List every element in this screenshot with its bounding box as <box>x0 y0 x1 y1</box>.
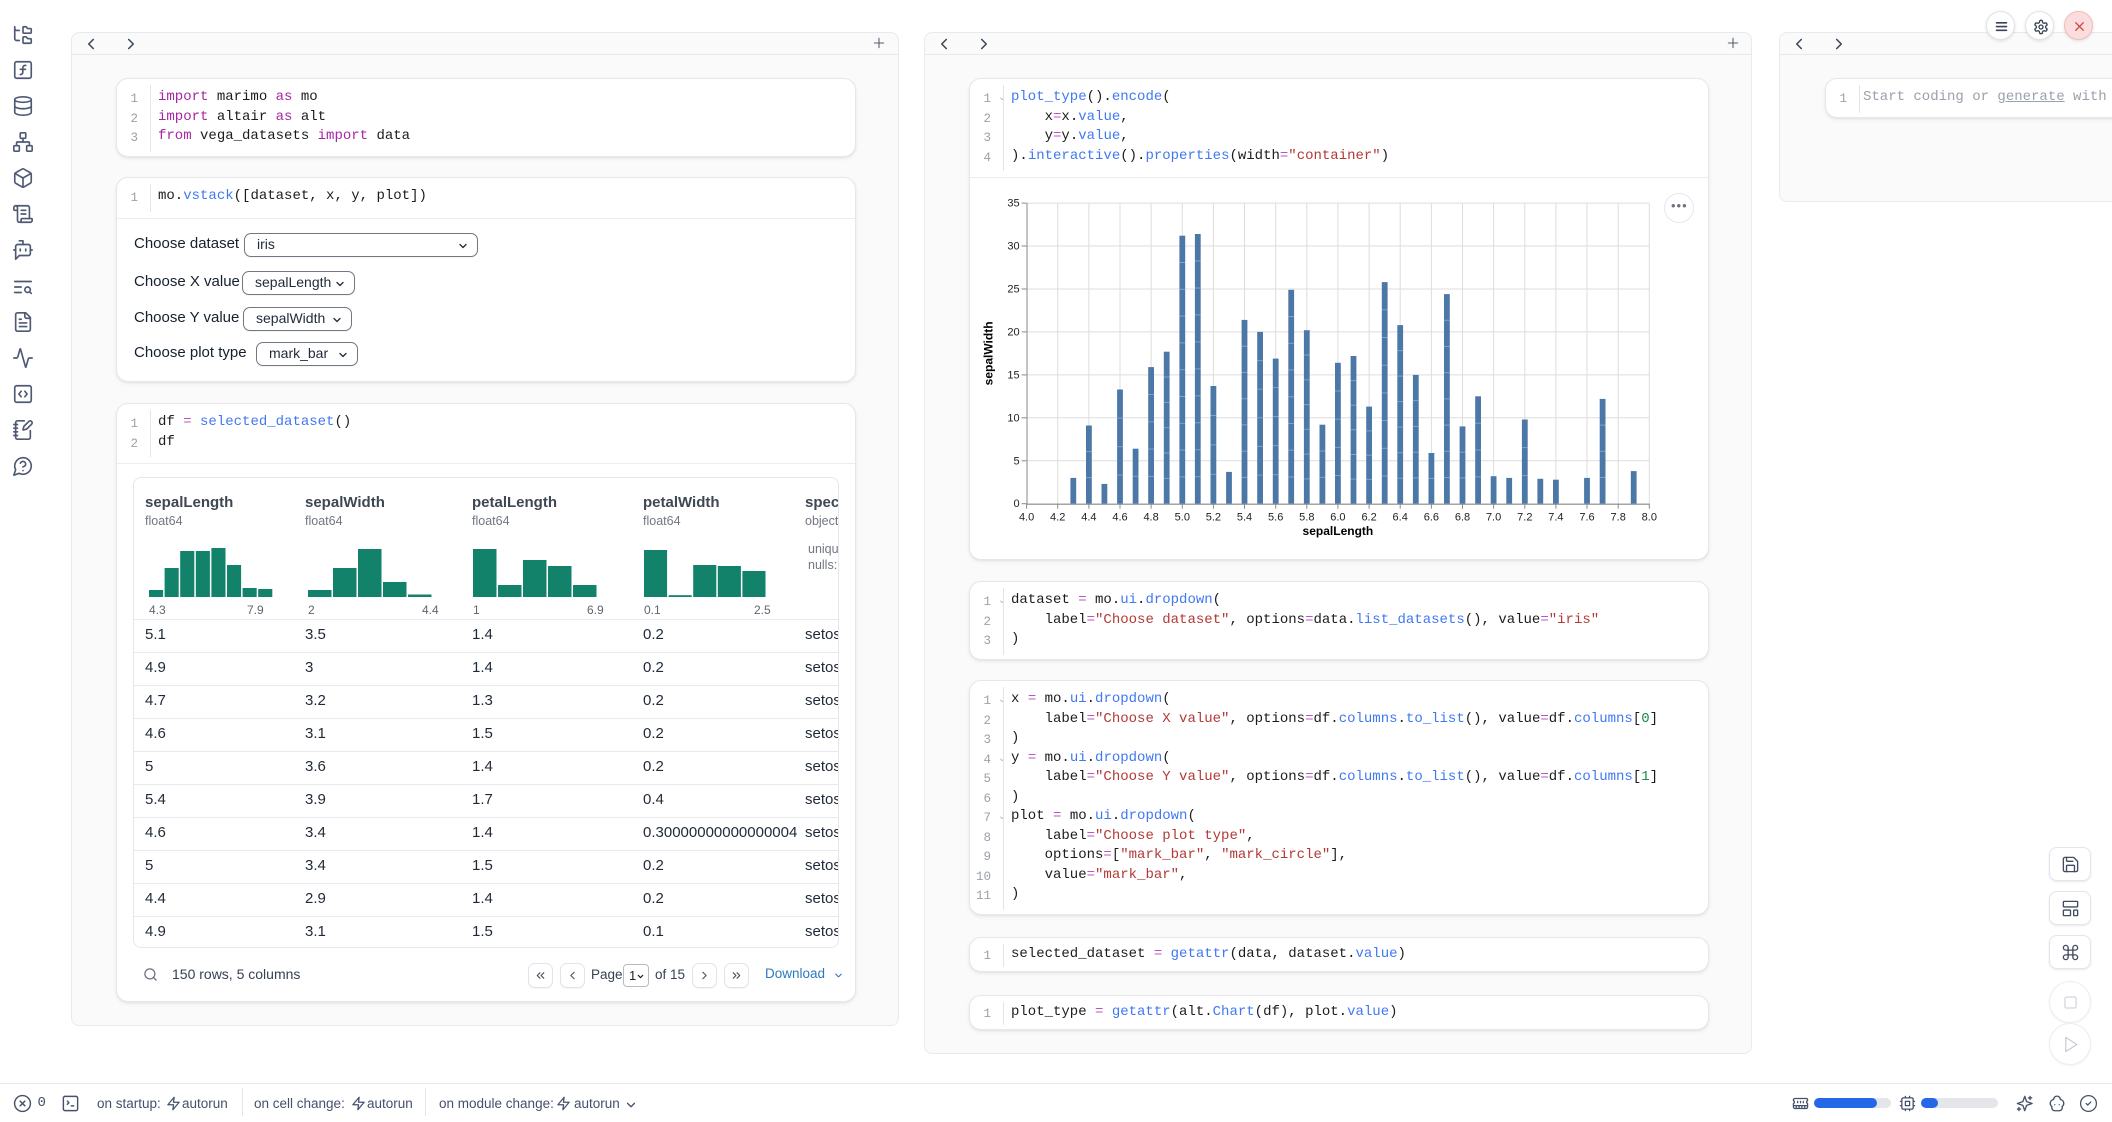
svg-text:7.8: 7.8 <box>1611 512 1626 524</box>
svg-text:sepalWidth: sepalWidth <box>982 321 996 385</box>
svg-text:4.4: 4.4 <box>1081 512 1096 524</box>
svg-text:4.8: 4.8 <box>1143 512 1158 524</box>
svg-text:25: 25 <box>1007 284 1019 296</box>
svg-text:5.0: 5.0 <box>1175 512 1190 524</box>
svg-text:0: 0 <box>1013 498 1019 510</box>
svg-text:4.6: 4.6 <box>1112 512 1127 524</box>
svg-text:7.2: 7.2 <box>1517 512 1532 524</box>
svg-text:5.2: 5.2 <box>1206 512 1221 524</box>
svg-text:4.2: 4.2 <box>1050 512 1065 524</box>
svg-text:6.6: 6.6 <box>1424 512 1439 524</box>
svg-text:7.4: 7.4 <box>1548 512 1563 524</box>
svg-text:5.4: 5.4 <box>1237 512 1252 524</box>
svg-text:35: 35 <box>1007 198 1019 210</box>
svg-text:6.8: 6.8 <box>1455 512 1470 524</box>
svg-text:10: 10 <box>1007 412 1019 424</box>
svg-text:5.8: 5.8 <box>1299 512 1314 524</box>
svg-text:30: 30 <box>1007 241 1019 253</box>
svg-text:5.6: 5.6 <box>1268 512 1283 524</box>
svg-text:20: 20 <box>1007 326 1019 338</box>
svg-text:4.0: 4.0 <box>1019 512 1034 524</box>
svg-text:7.6: 7.6 <box>1579 512 1594 524</box>
svg-text:15: 15 <box>1007 369 1019 381</box>
svg-text:7.0: 7.0 <box>1486 512 1501 524</box>
svg-text:6.4: 6.4 <box>1393 512 1408 524</box>
svg-text:8.0: 8.0 <box>1642 512 1657 524</box>
svg-text:5: 5 <box>1013 455 1019 467</box>
svg-text:6.2: 6.2 <box>1361 512 1376 524</box>
svg-text:sepalLength: sepalLength <box>1303 524 1374 538</box>
svg-text:6.0: 6.0 <box>1330 512 1345 524</box>
